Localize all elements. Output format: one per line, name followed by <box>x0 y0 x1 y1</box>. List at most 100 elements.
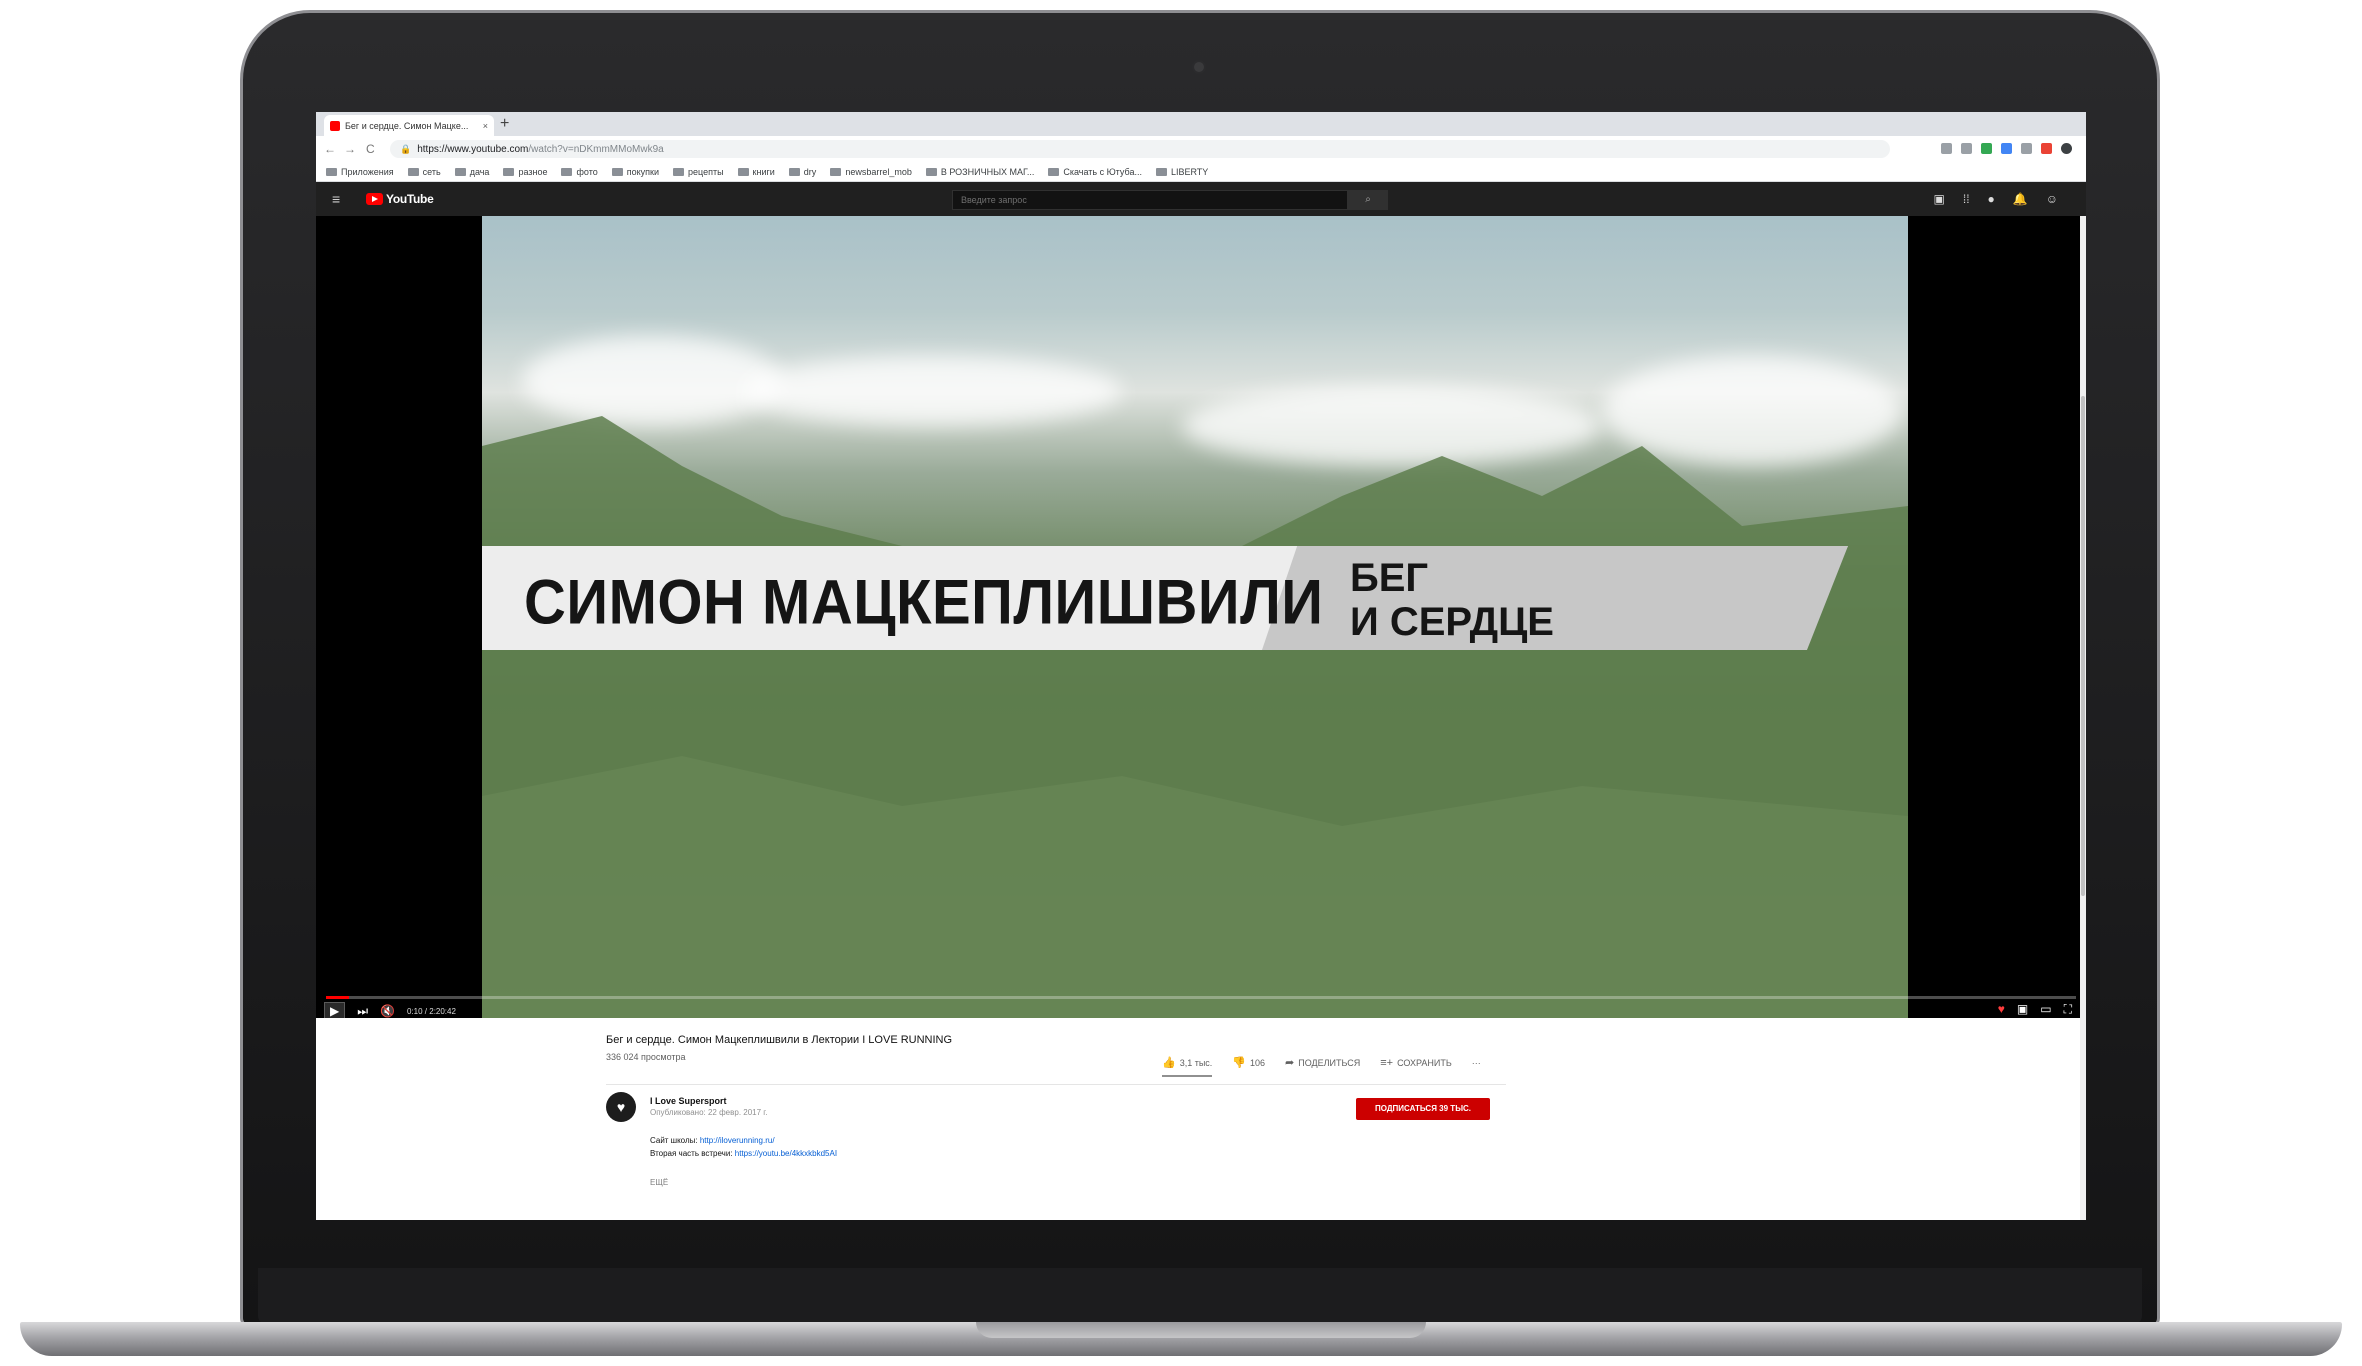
new-tab-button[interactable]: + <box>500 114 509 134</box>
tab-strip: Бег и сердце. Симон Мацке... × + <box>316 112 2086 136</box>
video-overlay-subtitle: БЕГ И СЕРДЦЕ <box>1350 556 1554 644</box>
bookmarks-bar: Приложения сеть дача разное фото покупки рецеп… <box>316 162 2086 182</box>
publish-date: Опубликовано: 22 февр. 2017 г. <box>650 1108 768 1117</box>
theater-mode-icon[interactable]: ▭ <box>2040 1002 2051 1016</box>
video-info: Бег и сердце. Симон Мацкеплишвили в Лект… <box>316 1018 2086 1220</box>
thumbs-up-icon: 👍 <box>1162 1057 1176 1069</box>
video-overlay-name: СИМОН МАЦКЕПЛИШВИЛИ <box>524 567 1324 638</box>
bookmark-item[interactable]: Приложения <box>326 167 394 177</box>
video-actions: 👍 3,1 тыс. 👎 106 ➦ ПОДЕЛИТЬСЯ ≡+ СОХРАНИ… <box>1162 1056 1481 1077</box>
url-path: /watch?v=nDKmmMMoMwk9a <box>528 143 664 155</box>
thumbs-down-icon: 👎 <box>1232 1057 1247 1069</box>
account-icon[interactable]: ☺ <box>2046 192 2058 206</box>
tab-title: Бег и сердце. Симон Мацке... <box>345 120 469 131</box>
bookmark-label: LIBERTY <box>1170 166 1209 177</box>
bookmark-item[interactable]: newsbarrel_mob <box>830 167 912 177</box>
like-button[interactable]: 👍 3,1 тыс. <box>1162 1056 1213 1077</box>
share-button[interactable]: ➦ ПОДЕЛИТЬСЯ <box>1285 1056 1360 1069</box>
save-button[interactable]: ≡+ СОХРАНИТЬ <box>1380 1057 1452 1069</box>
video-frame: СИМОН МАЦКЕПЛИШВИЛИ БЕГ И СЕРДЦЕ <box>482 216 1908 1018</box>
folder-icon <box>673 167 684 176</box>
search-button[interactable]: ⌕ <box>1348 190 1388 210</box>
notifications-icon[interactable]: 🔔 <box>2013 192 2028 206</box>
close-tab-icon[interactable]: × <box>483 121 488 131</box>
folder-icon <box>1155 167 1167 176</box>
video-player[interactable]: СИМОН МАЦКЕПЛИШВИЛИ БЕГ И СЕРДЦЕ ▶ ⏭ 🔇 0… <box>316 216 2086 1020</box>
subscribe-button[interactable]: ПОДПИСАТЬСЯ 39 ТЫС. <box>1356 1098 1490 1120</box>
bookmark-item[interactable]: покупки <box>611 167 659 177</box>
youtube-logo[interactable]: YouTube <box>366 192 434 206</box>
extension-icon[interactable] <box>2001 143 2012 154</box>
bookmark-item[interactable]: дача <box>454 166 490 177</box>
bookmark-star-icon[interactable] <box>1961 143 1972 154</box>
bookmark-item[interactable]: dry <box>788 166 817 177</box>
bookmark-item[interactable]: В РОЗНИЧНЫХ МАГ... <box>925 166 1035 177</box>
miniplayer-icon[interactable]: ▣ <box>2017 1002 2028 1016</box>
messages-icon[interactable]: ● <box>1988 192 1995 206</box>
like-count: 3,1 тыс. <box>1179 1057 1213 1068</box>
youtube-play-icon <box>366 193 383 205</box>
school-site-link[interactable]: http://iloverunning.ru/ <box>700 1136 775 1145</box>
folder-icon <box>326 167 337 176</box>
scrollbar-thumb[interactable] <box>2081 396 2085 896</box>
folder-icon <box>1048 167 1060 176</box>
bookmark-label: В РОЗНИЧНЫХ МАГ... <box>940 166 1035 177</box>
bookmark-item[interactable]: рецепты <box>673 167 724 177</box>
reload-button[interactable]: C <box>366 141 375 157</box>
divider <box>606 1084 1506 1085</box>
menu-icon[interactable]: ≡ <box>332 191 340 207</box>
dislike-button[interactable]: 👎 106 <box>1232 1056 1265 1069</box>
next-button-icon[interactable]: ⏭ <box>357 1004 368 1018</box>
second-part-link[interactable]: https://youtu.be/4kkxkbkd5AI <box>735 1149 837 1158</box>
bookmark-item[interactable]: фото <box>561 166 598 177</box>
video-description: Сайт школы: http://iloverunning.ru/ Втор… <box>650 1134 837 1160</box>
extensions-area <box>1941 143 2072 154</box>
profile-avatar-icon[interactable] <box>2061 143 2072 154</box>
bookmark-item[interactable]: Скачать с Ютуба... <box>1048 167 1142 177</box>
show-more-button[interactable]: ЕЩЁ <box>650 1178 668 1187</box>
bookmark-label: сеть <box>422 166 441 177</box>
save-label: СОХРАНИТЬ <box>1397 1057 1452 1068</box>
upload-video-icon[interactable]: ▣ <box>1934 192 1945 206</box>
bookmark-item[interactable]: разное <box>503 167 547 177</box>
bookmark-item[interactable]: сеть <box>407 166 441 177</box>
mountain-landscape <box>482 416 1908 1018</box>
apps-icon[interactable]: ⁞⁞ <box>1963 192 1970 206</box>
bookmark-label: Приложения <box>341 166 394 177</box>
browser-tab[interactable]: Бег и сердце. Симон Мацке... × <box>324 115 494 136</box>
page-scrollbar[interactable] <box>2080 216 2086 1220</box>
address-bar[interactable]: 🔒 https://www.youtube.com /watch?v=nDKmm… <box>390 140 1890 158</box>
bookmark-item[interactable]: LIBERTY <box>1155 166 1209 177</box>
youtube-favicon-icon <box>330 120 340 131</box>
bookmark-label: фото <box>576 166 598 177</box>
search-extension-icon[interactable] <box>1941 143 1952 154</box>
bookmark-item[interactable]: книги <box>737 167 775 177</box>
youtube-logo-text: YouTube <box>386 192 434 206</box>
view-count: 336 024 просмотра <box>606 1052 686 1062</box>
mute-button-icon[interactable]: 🔇 <box>380 1004 395 1018</box>
extension-icon[interactable] <box>1981 143 1992 154</box>
more-actions-button[interactable]: ··· <box>1472 1058 1481 1068</box>
laptop-opening-notch <box>976 1322 1426 1338</box>
folder-icon <box>611 167 623 176</box>
description-line: Сайт школы: http://iloverunning.ru/ <box>650 1134 837 1147</box>
forward-button[interactable]: → <box>344 141 356 157</box>
player-controls-right: ♥ ▣ ▭ ⛶ <box>1998 1002 2072 1016</box>
bookmark-label: dry <box>803 166 817 177</box>
autoplay-icon[interactable]: ♥ <box>1998 1002 2005 1016</box>
description-line: Вторая часть встречи: https://youtu.be/4… <box>650 1147 837 1160</box>
channel-name[interactable]: I Love Supersport <box>650 1096 727 1106</box>
bookmark-label: дача <box>469 166 490 177</box>
progress-fill <box>326 996 349 999</box>
channel-avatar[interactable]: ♥ <box>606 1092 636 1122</box>
extension-icon[interactable] <box>2021 143 2032 154</box>
extension-icon[interactable] <box>2041 143 2052 154</box>
time-display: 0:10 / 2:20:42 <box>407 1006 456 1016</box>
bookmark-label: рецепты <box>688 166 724 177</box>
search-input[interactable]: Введите запрос <box>952 190 1348 210</box>
fullscreen-icon[interactable]: ⛶ <box>2064 1002 2072 1016</box>
progress-bar[interactable] <box>326 996 2076 999</box>
back-button[interactable]: ← <box>324 141 336 157</box>
youtube-masthead: ≡ YouTube Введите запрос ⌕ ▣ ⁞⁞ ● 🔔 ☺ <box>316 182 2086 216</box>
browser-toolbar: ← → C 🔒 https://www.youtube.com /watch?v… <box>316 136 2086 162</box>
